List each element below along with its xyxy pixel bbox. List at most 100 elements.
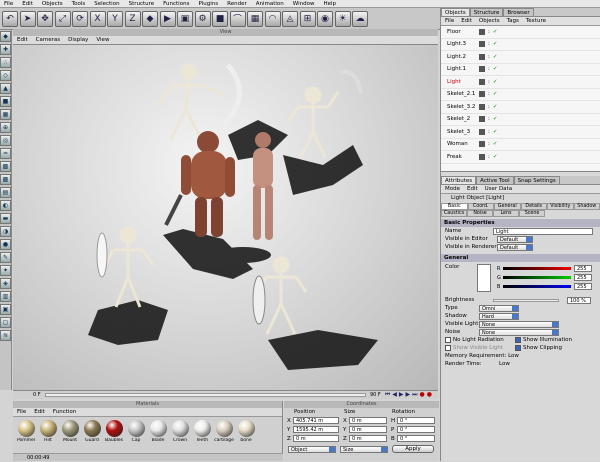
display-icon[interactable]: ▣	[0, 304, 11, 315]
menu-functions[interactable]: Functions	[163, 1, 189, 7]
y-axis-icon[interactable]: Y	[107, 11, 123, 27]
object-row[interactable]: Light.3:✓	[441, 39, 600, 52]
subtab-scene[interactable]: Scene	[519, 210, 545, 217]
r-slider[interactable]	[503, 267, 571, 270]
3d-viewport[interactable]	[13, 45, 438, 390]
menu-window[interactable]: Window	[293, 1, 315, 7]
objects-menu-objects[interactable]: Objects	[479, 18, 500, 24]
camera-icon[interactable]: ◉	[317, 11, 333, 27]
model-mode-icon[interactable]: ■	[0, 96, 11, 107]
mirror-icon[interactable]: ◑	[0, 226, 11, 237]
animation-mode-icon[interactable]: ◎	[0, 135, 11, 146]
b-slider[interactable]	[503, 285, 571, 288]
visibility-dots-icon[interactable]: :	[488, 79, 490, 85]
enabled-check-icon[interactable]: ✓	[493, 54, 498, 60]
cube-icon[interactable]: ■	[212, 11, 228, 27]
render-region-icon[interactable]: ▢	[0, 317, 11, 328]
g-field[interactable]: 255	[574, 274, 592, 281]
render-settings-icon[interactable]: ⚙	[195, 11, 211, 27]
visibility-dots-icon[interactable]: :	[488, 154, 490, 160]
object-row[interactable]: Freak:✓	[441, 151, 600, 164]
menu-plugins[interactable]: Plugins	[198, 1, 218, 7]
visibility-dots-icon[interactable]: :	[488, 116, 490, 122]
coordinate-size-select[interactable]: Size	[340, 446, 388, 453]
menu-help[interactable]: Help	[323, 1, 336, 7]
objects-menu-edit[interactable]: Edit	[461, 18, 472, 24]
layer-icon[interactable]: ▥	[0, 291, 11, 302]
visibility-dots-icon[interactable]: :	[488, 29, 490, 35]
deformer-icon[interactable]: ◬	[282, 11, 298, 27]
enabled-check-icon[interactable]: ✓	[493, 154, 498, 160]
visibility-dots-icon[interactable]: :	[488, 54, 490, 60]
light-icon[interactable]: ☀	[335, 11, 351, 27]
enabled-check-icon[interactable]: ✓	[493, 41, 498, 47]
material-item[interactable]: Guard	[82, 420, 102, 443]
material-item[interactable]: Teeth	[192, 420, 212, 443]
menu-selection[interactable]: Selection	[94, 1, 119, 7]
object-row[interactable]: Skelet_3:✓	[441, 126, 600, 139]
material-item[interactable]: Cap	[126, 420, 146, 443]
make-editable-icon[interactable]: ◆	[0, 31, 11, 42]
enabled-check-icon[interactable]: ✓	[493, 29, 498, 35]
undo-icon[interactable]: ↶	[2, 11, 18, 27]
noise-select[interactable]: None	[479, 329, 559, 336]
color-swatch[interactable]	[477, 264, 491, 292]
axis-icon[interactable]: ✚	[0, 44, 11, 55]
tab-structure[interactable]: Structure	[470, 8, 504, 16]
object-mode-icon[interactable]: ◆	[142, 11, 158, 27]
polygon-mode-icon[interactable]: ▲	[0, 83, 11, 94]
object-row[interactable]: Light.1:✓	[441, 64, 600, 77]
type-select[interactable]: Omni	[479, 305, 519, 312]
material-item[interactable]: Blade	[148, 420, 168, 443]
rotation-field[interactable]: 0 °	[397, 435, 435, 442]
objects-menu-file[interactable]: File	[445, 18, 454, 24]
tab-objects[interactable]: Objects	[441, 8, 470, 16]
visibility-dots-icon[interactable]: :	[488, 91, 490, 97]
weight-icon[interactable]: ◈	[0, 278, 11, 289]
edge-mode-icon[interactable]: ◇	[0, 70, 11, 81]
z-axis-icon[interactable]: Z	[125, 11, 141, 27]
enabled-check-icon[interactable]: ✓	[493, 79, 498, 85]
step-forward-icon[interactable]: ▶	[405, 391, 410, 399]
visibility-dots-icon[interactable]: :	[488, 129, 490, 135]
menu-animation[interactable]: Animation	[256, 1, 284, 7]
move-icon[interactable]: ✥	[37, 11, 53, 27]
snap-icon[interactable]: ◐	[0, 200, 11, 211]
arrow-select-icon[interactable]: ➤	[20, 11, 36, 27]
apply-button[interactable]: Apply	[392, 445, 434, 453]
b-field[interactable]: 255	[574, 283, 592, 290]
brightness-slider[interactable]	[493, 299, 559, 302]
visibility-dots-icon[interactable]: :	[488, 66, 490, 72]
play-icon[interactable]: ▶	[399, 391, 404, 399]
material-item[interactable]: bone	[236, 420, 256, 443]
visibility-dots-icon[interactable]: :	[488, 41, 490, 47]
rotation-field[interactable]: 0 °	[397, 417, 435, 424]
position-field[interactable]: 0 m	[293, 435, 339, 442]
checker-icon[interactable]: ▩	[0, 161, 11, 172]
texture-mode-icon[interactable]: ▦	[0, 109, 11, 120]
rotate-icon[interactable]: ⟳	[72, 11, 88, 27]
bend-icon[interactable]: ⌒	[230, 11, 246, 27]
subtab-general[interactable]: General	[494, 203, 521, 210]
enabled-check-icon[interactable]: ✓	[493, 129, 498, 135]
object-row[interactable]: Skelet_3.2:✓	[441, 101, 600, 114]
menu-render[interactable]: Render	[227, 1, 247, 7]
menu-tools[interactable]: Tools	[72, 1, 86, 7]
menu-structure[interactable]: Structure	[129, 1, 155, 7]
menu-file[interactable]: File	[4, 1, 13, 7]
object-row[interactable]: Skelet_2:✓	[441, 114, 600, 127]
enabled-check-icon[interactable]: ✓	[493, 116, 498, 122]
size-field[interactable]: 0 m	[349, 417, 387, 424]
step-back-icon[interactable]: ◀	[392, 391, 397, 399]
scale-icon[interactable]: ⤢	[55, 11, 71, 27]
name-field[interactable]: Light	[493, 228, 593, 235]
tab-browser[interactable]: Browser	[503, 8, 533, 16]
objects-menu-texture[interactable]: Texture	[526, 18, 546, 24]
material-item[interactable]: Crown	[170, 420, 190, 443]
material-item[interactable]: Mount	[60, 420, 80, 443]
sky-icon[interactable]: ☁	[352, 11, 368, 27]
shadow-select[interactable]: Hard	[479, 313, 519, 320]
coordinate-mode-select[interactable]: Object	[288, 446, 336, 453]
tab-snap-settings[interactable]: Snap Settings	[514, 176, 560, 184]
subtab-visibility[interactable]: Visibility	[547, 203, 574, 210]
